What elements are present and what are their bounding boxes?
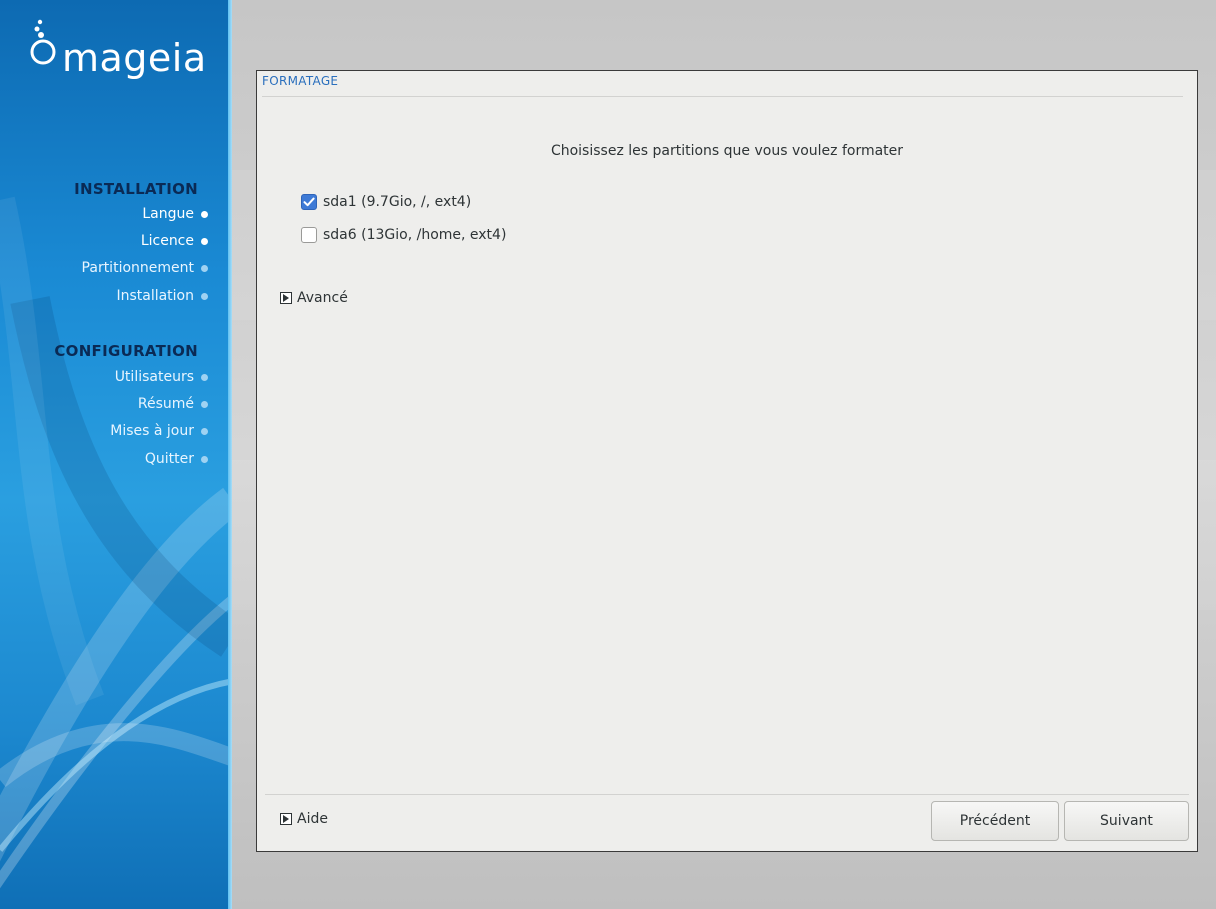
nav-item-partitionnement: Partitionnement xyxy=(82,260,208,276)
partition-checkbox-sda1[interactable]: sda1 (9.7Gio, /, ext4) xyxy=(301,194,471,210)
nav-item-label: Licence xyxy=(140,233,194,249)
step-dot-icon xyxy=(201,237,208,245)
nav-item-label: Langue xyxy=(142,206,194,222)
partition-checkbox-sda6[interactable]: sda6 (13Gio, /home, ext4) xyxy=(301,227,506,243)
nav-item-label: Utilisateurs xyxy=(114,369,194,385)
advanced-expander[interactable]: Avancé xyxy=(280,290,348,306)
cauldron-icon xyxy=(30,19,56,65)
step-dot-icon xyxy=(201,373,208,381)
nav-item-quitter: Quitter xyxy=(145,451,208,467)
nav-item-utilisateurs: Utilisateurs xyxy=(115,369,208,385)
nav-item-label: Installation xyxy=(116,288,194,304)
step-dot-icon xyxy=(201,264,208,272)
partition-label: sda1 (9.7Gio, /, ext4) xyxy=(323,194,472,210)
nav-item-langue: Langue xyxy=(142,206,208,222)
checkbox-checked-icon[interactable] xyxy=(301,194,317,210)
step-dot-icon xyxy=(201,400,208,408)
bottom-divider xyxy=(265,794,1189,795)
step-dot-icon xyxy=(201,427,208,435)
mageia-logo: mageia xyxy=(28,14,228,84)
next-button[interactable]: Suivant xyxy=(1064,801,1189,841)
previous-button[interactable]: Précédent xyxy=(931,801,1059,841)
logo-wordmark: mageia xyxy=(62,36,207,80)
nav-item-mises-a-jour: Mises à jour xyxy=(110,423,208,439)
nav-item-resume: Résumé xyxy=(138,396,208,412)
expander-arrow-icon xyxy=(280,813,292,825)
format-dialog: FORMATAGE Choisissez les partitions que … xyxy=(256,70,1198,852)
nav-item-installation: Installation xyxy=(116,288,208,304)
checkbox-unchecked-icon[interactable] xyxy=(301,227,317,243)
partition-label: sda6 (13Gio, /home, ext4) xyxy=(323,227,507,243)
help-label: Aide xyxy=(297,811,328,827)
nav-item-label: Mises à jour xyxy=(110,423,194,439)
section-title-installation: INSTALLATION xyxy=(74,180,198,198)
advanced-label: Avancé xyxy=(297,290,348,306)
sidebar: mageia INSTALLATION Langue Licence Parti… xyxy=(0,0,232,909)
instruction-text: Choisissez les partitions que vous voule… xyxy=(550,143,904,159)
nav-item-label: Résumé xyxy=(137,396,194,412)
step-dot-icon xyxy=(201,292,208,300)
section-title-configuration: CONFIGURATION xyxy=(54,342,198,360)
nav-item-label: Quitter xyxy=(144,451,194,467)
expander-arrow-icon xyxy=(280,292,292,304)
dialog-title: FORMATAGE xyxy=(262,74,339,88)
step-dot-icon xyxy=(201,455,208,463)
nav-item-licence: Licence xyxy=(141,233,208,249)
help-expander[interactable]: Aide xyxy=(280,811,328,827)
title-divider xyxy=(262,96,1183,97)
nav-item-label: Partitionnement xyxy=(81,260,194,276)
step-dot-icon xyxy=(201,210,208,218)
